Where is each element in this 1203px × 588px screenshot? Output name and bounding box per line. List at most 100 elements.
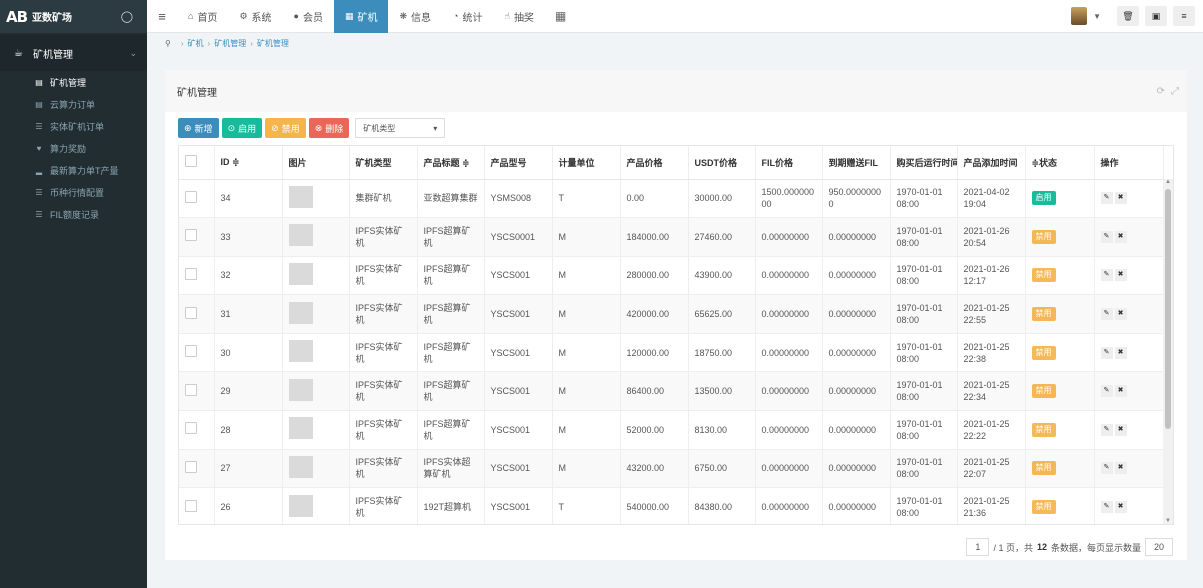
- row-checkbox[interactable]: [185, 460, 197, 473]
- row-checkbox-cell[interactable]: [179, 294, 215, 334]
- table-row[interactable]: 26 IPFS实体矿机 192T超算机 YSCS001 T 540000.00 84380.…: [179, 487, 1164, 524]
- disable-button[interactable]: ⊘ 禁用: [265, 118, 306, 138]
- tab-lottery[interactable]: ☝ 抽奖: [493, 0, 544, 33]
- row-checkbox[interactable]: [185, 422, 197, 435]
- column-header[interactable]: ID ≑: [214, 146, 283, 180]
- row-checkbox-cell[interactable]: [179, 179, 215, 219]
- sidebar-item-cloud-orders[interactable]: ▤ 云算力订单: [0, 93, 147, 115]
- table-row[interactable]: 28 IPFS实体矿机 IPFS超算矿机 YSCS001 M 52000.00 8130.0…: [179, 410, 1164, 450]
- edit-icon[interactable]: ✎: [1100, 385, 1113, 398]
- product-thumbnail[interactable]: [288, 301, 313, 324]
- tab-member[interactable]: ● 会员: [283, 0, 334, 33]
- edit-icon[interactable]: ✎: [1100, 423, 1113, 436]
- column-header[interactable]: 产品标题 ≑: [417, 146, 485, 180]
- breadcrumb-item[interactable]: 矿机管理: [257, 38, 289, 49]
- row-checkbox[interactable]: [185, 345, 197, 358]
- delete-icon[interactable]: ✖: [1114, 269, 1127, 282]
- grid-icon[interactable]: ▦: [545, 9, 576, 23]
- edit-icon[interactable]: ✎: [1100, 192, 1113, 205]
- add-button[interactable]: ⊕ 新增: [178, 118, 219, 138]
- product-thumbnail[interactable]: [288, 494, 313, 517]
- tab-system[interactable]: ⚙ 系统: [228, 0, 282, 33]
- status-badge[interactable]: 禁用: [1031, 268, 1056, 283]
- tab-miner[interactable]: ▦ 矿机: [333, 0, 389, 33]
- edit-icon[interactable]: ✎: [1100, 346, 1113, 359]
- row-checkbox-cell[interactable]: [179, 410, 215, 450]
- tab-info[interactable]: ❋ 信息: [388, 0, 442, 33]
- sidebar-item-coin-config[interactable]: ☰ 币种行情配置: [0, 181, 147, 203]
- table-row[interactable]: 29 IPFS实体矿机 IPFS超算矿机 YSCS001 M 86400.00 13500.…: [179, 371, 1164, 412]
- refresh-icon[interactable]: ⟳: [1157, 86, 1165, 97]
- table-row[interactable]: 31 IPFS实体矿机 IPFS超算矿机 YSCS001 M 420000.00 65625…: [179, 294, 1164, 334]
- caret-down-icon[interactable]: ▼: [1093, 12, 1101, 21]
- delete-icon[interactable]: ✖: [1114, 385, 1127, 398]
- delete-icon[interactable]: ✖: [1114, 346, 1127, 359]
- per-page-select[interactable]: 20: [1144, 538, 1173, 556]
- row-checkbox[interactable]: [185, 190, 197, 203]
- edit-icon[interactable]: ✎: [1100, 462, 1113, 475]
- column-header[interactable]: ≑状态: [1025, 146, 1095, 180]
- settings-icon[interactable]: ≡: [1173, 6, 1195, 26]
- delete-icon[interactable]: ✖: [1114, 192, 1127, 205]
- table-scrollbar[interactable]: ▲ ▼: [1163, 179, 1173, 524]
- status-badge[interactable]: 禁用: [1031, 500, 1056, 515]
- edit-icon[interactable]: ✎: [1100, 501, 1113, 514]
- table-row[interactable]: 27 IPFS实体矿机 IPFS实体超算矿机 YSCS001 M 43200.00 6750…: [179, 449, 1164, 489]
- sidebar-item-miner-manage[interactable]: ▤ 矿机管理: [0, 71, 147, 93]
- edit-icon[interactable]: ✎: [1100, 308, 1113, 321]
- edit-icon[interactable]: ✎: [1100, 269, 1113, 282]
- row-checkbox-cell[interactable]: [179, 256, 215, 296]
- avatar[interactable]: [1071, 7, 1088, 25]
- status-badge[interactable]: 禁用: [1031, 229, 1056, 244]
- breadcrumb-item[interactable]: 矿机: [188, 38, 204, 49]
- delete-icon[interactable]: ✖: [1114, 501, 1127, 514]
- row-checkbox-cell[interactable]: [179, 333, 215, 373]
- status-badge[interactable]: 禁用: [1031, 422, 1056, 437]
- status-badge[interactable]: 禁用: [1031, 461, 1056, 476]
- select-all-checkbox[interactable]: [185, 155, 197, 168]
- page-input[interactable]: 1: [966, 538, 990, 556]
- product-thumbnail[interactable]: [288, 262, 313, 285]
- product-thumbnail[interactable]: [288, 340, 313, 363]
- fullscreen-icon[interactable]: ▣: [1145, 6, 1167, 26]
- row-checkbox-cell[interactable]: [179, 217, 215, 257]
- table-row[interactable]: 34 集群矿机 亚数超算集群 YSMS008 T 0.00 30000.00 1500.000…: [179, 179, 1164, 219]
- product-thumbnail[interactable]: [288, 417, 313, 440]
- select-all-cell[interactable]: [179, 146, 215, 180]
- miner-type-select[interactable]: 矿机类型 ▾: [355, 118, 446, 138]
- row-checkbox[interactable]: [185, 229, 197, 242]
- menu-toggle-icon[interactable]: ≡: [147, 9, 177, 24]
- scroll-down-icon[interactable]: ▼: [1165, 518, 1171, 524]
- product-thumbnail[interactable]: [288, 455, 313, 478]
- row-checkbox[interactable]: [185, 267, 197, 280]
- delete-icon[interactable]: ✖: [1114, 423, 1127, 436]
- status-badge[interactable]: 启用: [1031, 191, 1056, 206]
- product-thumbnail[interactable]: [288, 185, 313, 208]
- droplet-icon[interactable]: ◯: [121, 10, 133, 23]
- delete-icon[interactable]: ✖: [1114, 462, 1127, 475]
- brand[interactable]: AB 亚数矿场 ◯: [0, 0, 147, 33]
- row-checkbox-cell[interactable]: [179, 449, 215, 489]
- row-checkbox[interactable]: [185, 306, 197, 319]
- scroll-up-icon[interactable]: ▲: [1165, 179, 1171, 185]
- status-badge[interactable]: 禁用: [1031, 384, 1056, 399]
- enable-button[interactable]: ⊙ 启用: [221, 118, 263, 138]
- table-row[interactable]: 30 IPFS实体矿机 IPFS超算矿机 YSCS001 M 120000.00 18750…: [179, 333, 1164, 373]
- row-checkbox[interactable]: [185, 383, 197, 396]
- status-badge[interactable]: 禁用: [1031, 307, 1056, 322]
- scroll-thumb[interactable]: [1165, 189, 1171, 429]
- table-row[interactable]: 33 IPFS实体矿机 IPFS超算矿机 YSCS0001 M 184000.00 2746…: [179, 217, 1164, 257]
- delete-icon[interactable]: ✖: [1114, 308, 1127, 321]
- edit-icon[interactable]: ✎: [1100, 230, 1113, 243]
- sidebar-section-miner[interactable]: ☕ 矿机管理 ⌄: [0, 35, 147, 71]
- product-thumbnail[interactable]: [288, 378, 313, 401]
- delete-button[interactable]: ⊗ 删除: [308, 118, 350, 138]
- trash-icon[interactable]: 🗑: [1117, 6, 1139, 26]
- sidebar-item-rewards[interactable]: ♥ 算力奖励: [0, 137, 147, 159]
- delete-icon[interactable]: ✖: [1114, 230, 1127, 243]
- status-badge[interactable]: 禁用: [1031, 345, 1056, 360]
- table-row[interactable]: 32 IPFS实体矿机 IPFS超算矿机 YSCS001 M 280000.00 43900…: [179, 256, 1164, 296]
- sidebar-item-latest-output[interactable]: ▂ 最新算力单T产量: [0, 159, 147, 181]
- row-checkbox[interactable]: [185, 499, 197, 512]
- sidebar-item-physical-orders[interactable]: ☰ 实体矿机订单: [0, 115, 147, 137]
